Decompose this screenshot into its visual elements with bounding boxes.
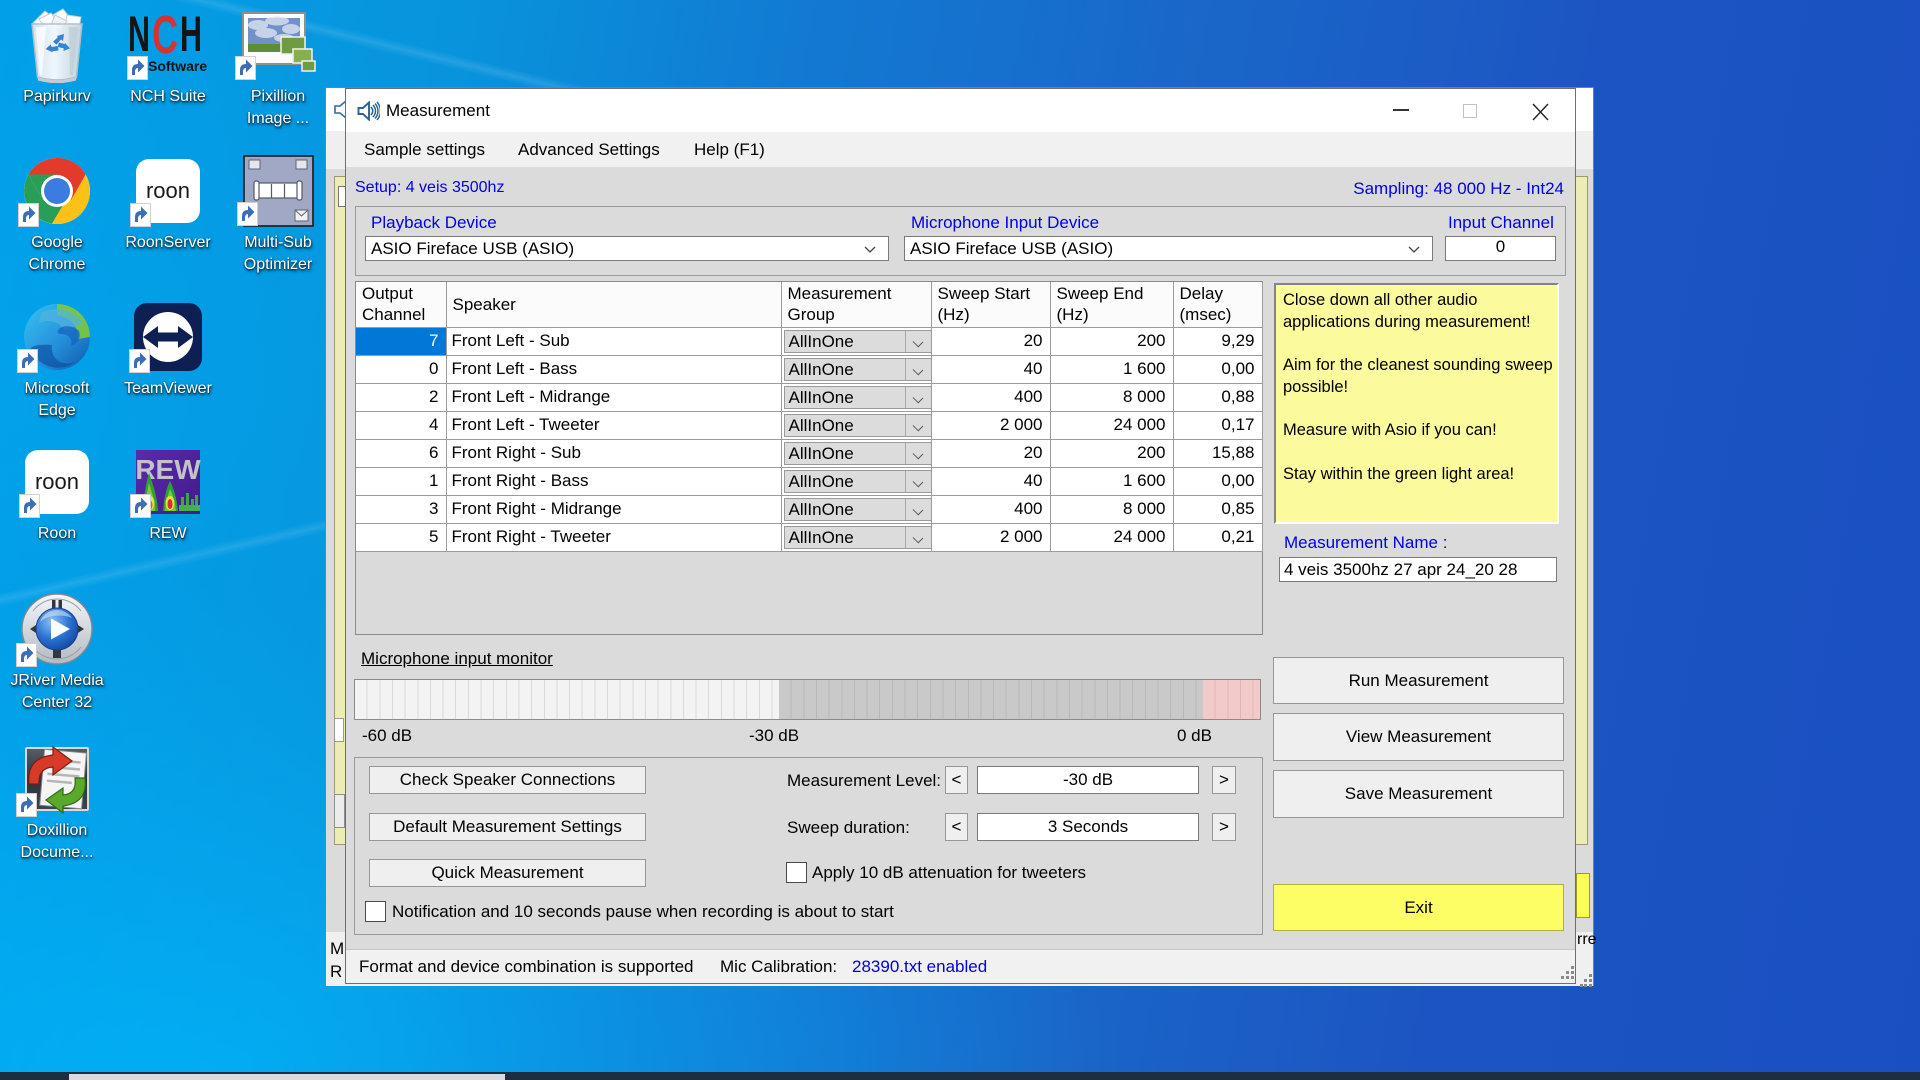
svg-text:roon: roon <box>35 469 79 494</box>
svg-text:H: H <box>180 6 202 62</box>
svg-text:REW: REW <box>135 454 201 485</box>
svg-text:Software: Software <box>148 58 207 74</box>
svg-text:roon: roon <box>146 178 190 203</box>
svg-text:C: C <box>152 6 178 65</box>
svg-text:N: N <box>128 6 150 62</box>
